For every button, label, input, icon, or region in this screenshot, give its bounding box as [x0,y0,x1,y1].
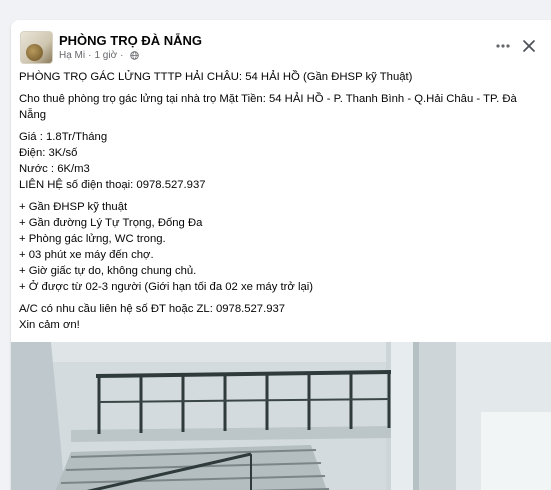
more-horizontal-icon [496,44,510,48]
electric-line: Điện: 3K/số [19,147,78,159]
closing-line-2: Xin cảm ơn! [19,319,80,331]
post-header: PHÒNG TRỌ ĐÀ NẴNG Hạ Mi · 1 giờ · [11,20,551,68]
post-message: PHÒNG TRỌ GÁC LỬNG TTTP HẢI CHÂU: 54 HẢI… [19,69,539,333]
globe-icon[interactable] [129,51,139,60]
meta-separator: · [88,50,92,61]
post-title-line: PHÒNG TRỌ GÁC LỬNG TTTP HẢI CHÂU: 54 HẢI… [19,71,413,83]
post-photo[interactable] [11,342,551,490]
feature-line: + Ở được từ 02-3 người (Giới hạn tối đa … [19,281,314,293]
closing-line-1: A/C có nhu cầu liên hệ số ĐT hoặc ZL: 09… [19,303,286,315]
meta-separator-2: · [120,50,124,61]
feature-line: + Gần ĐHSP kỹ thuật [19,201,128,213]
mezzanine-room-photo [11,342,551,490]
page-name-link[interactable]: PHÒNG TRỌ ĐÀ NẴNG [59,33,202,48]
feature-line: + Giờ giấc tự do, không chung chủ. [19,265,197,277]
close-post-button[interactable] [517,34,541,58]
post-card: PHÒNG TRỌ ĐÀ NẴNG Hạ Mi · 1 giờ · PHÒNG … [11,20,551,490]
more-options-button[interactable] [491,34,515,58]
author-name[interactable]: Hạ Mi [59,50,85,61]
feature-line: + Phòng gác lửng, WC trong. [19,233,166,245]
avatar-image [26,44,43,61]
water-line: Nước : 6K/m3 [19,163,90,175]
intro-line-2: Nẵng [19,109,47,121]
close-icon [523,40,535,52]
feature-line: + 03 phút xe máy đến chợ. [19,249,154,261]
contact-line: LIÊN HỆ số điện thoại: 0978.527.937 [19,179,206,191]
intro-line-1: Cho thuê phòng trọ gác lửng tại nhà trọ … [19,93,517,105]
price-line: Giá : 1.8Tr/Tháng [19,131,108,143]
post-meta: Hạ Mi · 1 giờ · [59,50,139,61]
page-avatar[interactable] [20,31,53,64]
post-time[interactable]: 1 giờ [94,50,117,61]
feature-line: + Gần đường Lý Tự Trọng, Đống Đa [19,217,203,229]
